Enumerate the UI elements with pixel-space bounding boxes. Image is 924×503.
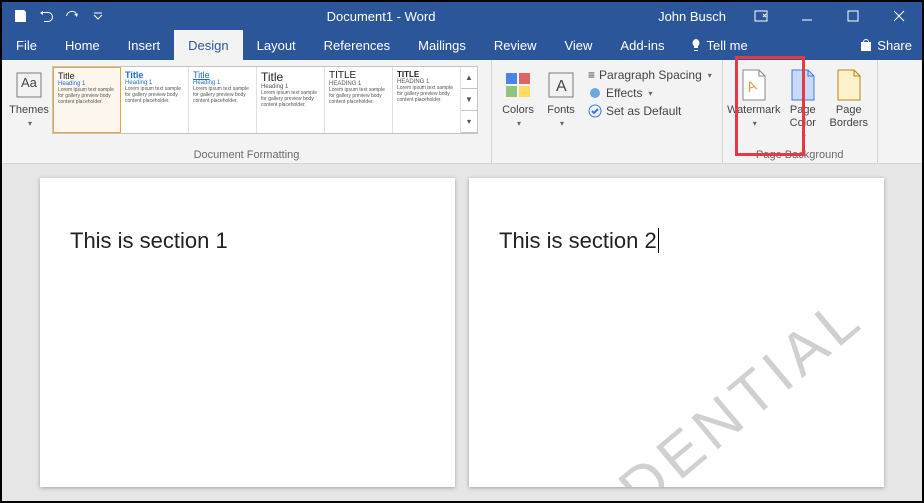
paragraph-spacing-button[interactable]: ≡Paragraph Spacing▾ [588,68,712,82]
set-as-default-button[interactable]: Set as Default [588,104,712,118]
section-1-text: This is section 1 [70,228,228,253]
chevron-down-icon: ▾ [517,119,521,128]
redo-button[interactable] [60,4,84,28]
ribbon-display-options-button[interactable] [738,2,784,30]
formatting-options: ≡Paragraph Spacing▾ Effects▾ Set as Defa… [582,64,718,122]
fonts-button[interactable]: A Fonts ▾ [540,64,582,130]
tab-insert[interactable]: Insert [114,30,175,60]
chevron-down-icon: ▾ [708,71,712,80]
share-label: Share [877,38,912,53]
tab-design[interactable]: Design [174,30,242,60]
colors-icon [501,68,535,102]
watermark-label: Watermark [727,104,780,116]
fonts-icon: A [544,68,578,102]
chevron-down-icon: ▾ [648,89,652,98]
chevron-down-icon: ▾ [28,119,32,128]
style-set-gallery[interactable]: TitleHeading 1Lorem ipsum text sample fo… [52,66,478,134]
tab-addins[interactable]: Add-ins [606,30,678,60]
watermark-button[interactable]: A Watermark ▾ [727,64,781,130]
page-borders-icon [832,68,866,102]
themes-label: Themes [9,104,49,116]
gallery-scroll-down[interactable]: ▼ [461,89,477,111]
user-name[interactable]: John Busch [646,9,738,24]
colors-button[interactable]: Colors ▾ [496,64,540,130]
chevron-down-icon: ▾ [560,119,564,128]
title-bar: Document1 - Word John Busch [2,2,922,30]
page-color-icon [786,68,820,102]
minimize-button[interactable] [784,2,830,30]
watermark-icon: A [737,68,771,102]
maximize-button[interactable] [830,2,876,30]
page-1[interactable]: This is section 1 [40,178,455,487]
svg-text:A: A [556,78,567,95]
gallery-scroll: ▲ ▼ ▾ [461,67,477,133]
group-page-background: A Watermark ▾ Page Color ▾ Page Borders Pa… [722,60,878,163]
effects-button[interactable]: Effects▾ [588,86,712,100]
style-set-item[interactable]: TitleHeading 1Lorem ipsum text sample fo… [189,67,257,133]
page-borders-label: Page Borders [830,104,869,129]
tab-references[interactable]: References [310,30,404,60]
themes-button[interactable]: Aa Themes ▾ [6,64,52,130]
window-title: Document1 - Word [116,9,646,24]
page-2[interactable]: This is section 2 CONFIDENTIAL [469,178,884,487]
style-set-item[interactable]: TITLEHEADING 1Lorem ipsum text sample fo… [393,67,461,133]
effects-icon [588,86,602,100]
ribbon: Aa Themes ▾ TitleHeading 1Lorem ipsum tex… [2,60,922,164]
chevron-down-icon: ▾ [753,119,757,128]
tab-mailings[interactable]: Mailings [404,30,480,60]
window-controls [738,2,922,30]
tell-me-button[interactable]: Tell me [679,30,758,60]
svg-text:Aa: Aa [21,75,38,90]
page-color-label: Page Color [790,104,816,129]
qat-customize-button[interactable] [86,4,110,28]
page-borders-button[interactable]: Page Borders [825,64,873,130]
group-label-page-background: Page Background [727,147,873,161]
document-canvas[interactable]: This is section 1 This is section 2 CONF… [2,164,922,501]
page-color-button[interactable]: Page Color ▾ [781,64,825,143]
style-set-item[interactable]: TitleHeading 1Lorem ipsum text sample fo… [121,67,189,133]
style-set-item[interactable]: TITLEHEADING 1Lorem ipsum text sample fo… [325,67,393,133]
tab-file[interactable]: File [2,30,51,60]
gallery-expand[interactable]: ▾ [461,111,477,133]
quick-access-toolbar [2,4,116,28]
group-label-document-formatting: Document Formatting [6,147,487,161]
tell-me-label: Tell me [707,38,748,53]
share-button[interactable]: Share [849,30,922,60]
tab-review[interactable]: Review [480,30,551,60]
group-colors-fonts: Colors ▾ A Fonts ▾ ≡Paragraph Spacing▾ Eff… [492,60,722,163]
chevron-down-icon: ▾ [802,132,806,141]
ribbon-tabs: File Home Insert Design Layout Reference… [2,30,922,60]
lightbulb-icon [689,38,703,52]
close-button[interactable] [876,2,922,30]
tab-view[interactable]: View [550,30,606,60]
colors-label: Colors [502,104,534,116]
group-document-formatting: Aa Themes ▾ TitleHeading 1Lorem ipsum tex… [2,60,492,163]
fonts-label: Fonts [547,104,575,116]
themes-icon: Aa [12,68,46,102]
share-icon [859,38,873,52]
checkmark-icon [588,104,602,118]
style-set-item[interactable]: TitleHeading 1Lorem ipsum text sample fo… [257,67,325,133]
save-button[interactable] [8,4,32,28]
style-set-item[interactable]: TitleHeading 1Lorem ipsum text sample fo… [53,67,121,133]
paragraph-spacing-icon: ≡ [588,68,595,82]
tab-home[interactable]: Home [51,30,114,60]
gallery-scroll-up[interactable]: ▲ [461,67,477,89]
section-2-text: This is section 2 [499,228,659,253]
tab-layout[interactable]: Layout [243,30,310,60]
undo-button[interactable] [34,4,58,28]
watermark-overlay: CONFIDENTIAL [469,282,876,487]
